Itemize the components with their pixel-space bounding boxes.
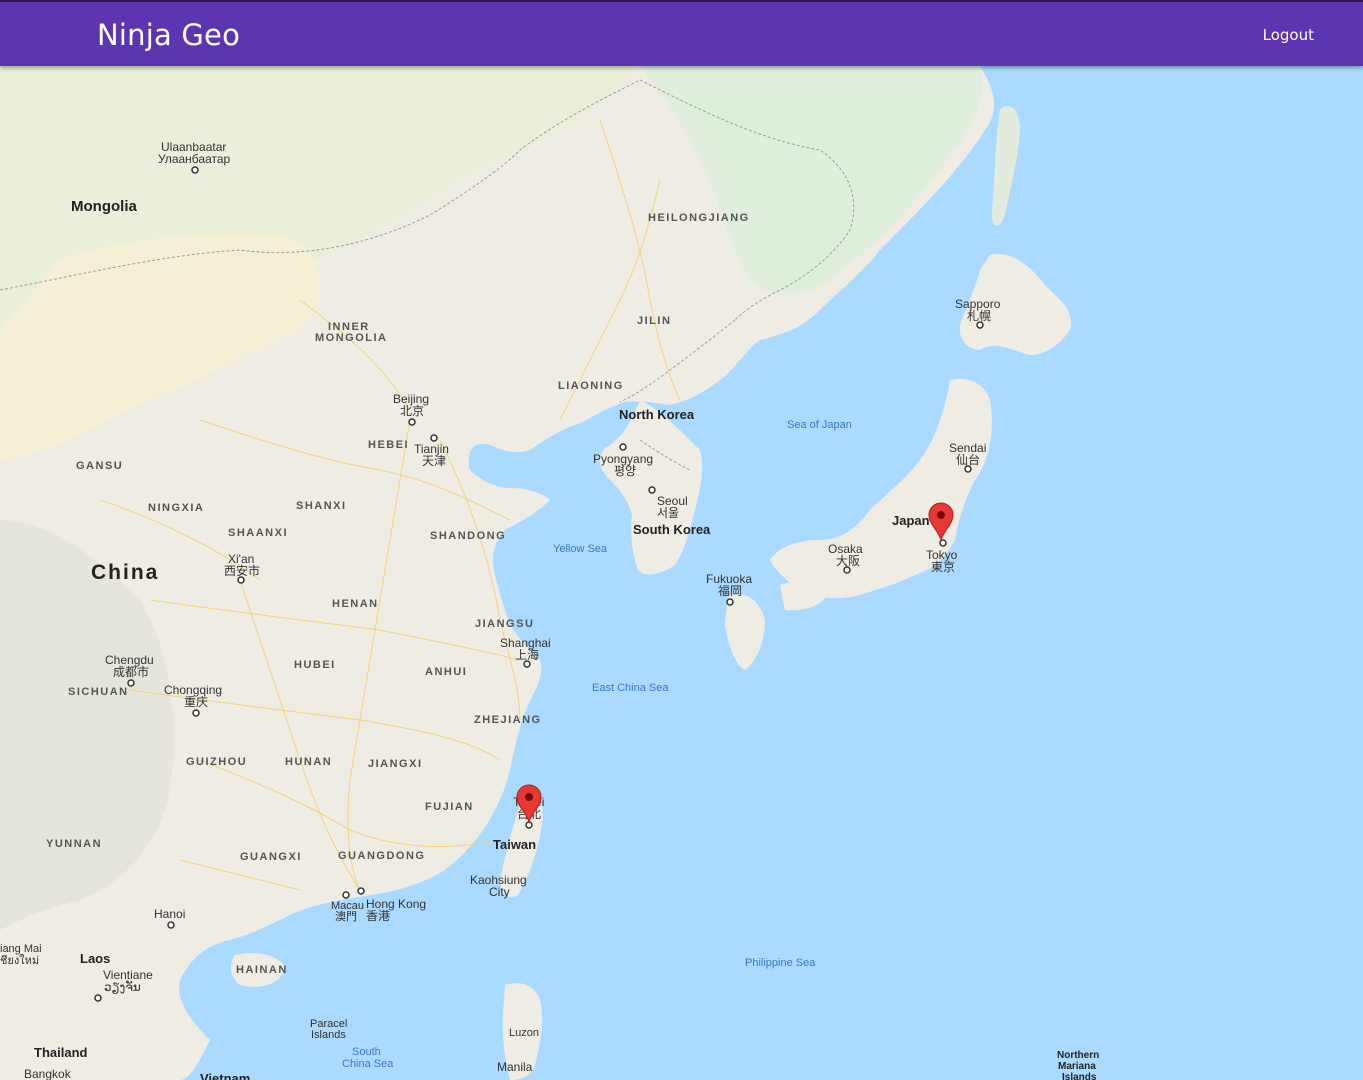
city-dot: [94, 994, 102, 1002]
city-macau-local: 澳門: [335, 910, 357, 923]
city-dot: [237, 576, 245, 584]
city-dot: [357, 887, 365, 895]
northern-mariana-1: Northern: [1057, 1050, 1099, 1061]
marker-dot-icon: [937, 511, 945, 519]
city-chiangmai-local: ชียงใหม่: [0, 954, 39, 967]
city-dot: [976, 321, 984, 329]
region-guangxi: GUANGXI: [240, 851, 302, 863]
city-dot: [342, 891, 350, 899]
country-north-korea: North Korea: [619, 407, 695, 422]
region-hebei: HEBEI: [368, 439, 409, 451]
country-china: China: [91, 561, 159, 584]
city-fukuoka-local: 福岡: [718, 583, 742, 598]
region-jiangxi: JIANGXI: [368, 758, 423, 770]
city-dot: [127, 679, 135, 687]
region-henan: HENAN: [332, 598, 379, 610]
city-hanoi: Hanoi: [154, 907, 185, 921]
city-hongkong-local: 香港: [366, 909, 390, 923]
region-anhui: ANHUI: [425, 666, 467, 678]
city-vientiane-local: ວຽງຈັນ: [104, 980, 141, 994]
region-mongolia: MONGOLIA: [315, 332, 388, 344]
city-dot: [964, 465, 972, 473]
region-hubei: HUBEI: [294, 659, 336, 671]
city-ulaanbaatar-local: Улаанбаатар: [158, 152, 231, 166]
region-ningxia: NINGXIA: [148, 502, 204, 514]
country-taiwan: Taiwan: [493, 837, 536, 852]
city-seoul-local: 서울: [657, 506, 679, 520]
city-chiangmai: iang Mai: [0, 943, 42, 955]
city-dot: [192, 709, 200, 717]
northern-mariana-2: Mariana: [1058, 1061, 1096, 1072]
city-osaka-local: 大阪: [836, 554, 860, 568]
country-mongolia: Mongolia: [71, 198, 137, 215]
city-dot: [191, 166, 199, 174]
city-dot: [430, 434, 438, 442]
city-bangkok: Bangkok: [24, 1067, 72, 1080]
city-chengdu-local: 成都市: [113, 664, 149, 679]
region-hainan: HAINAN: [236, 964, 288, 976]
city-luzon: Luzon: [509, 1027, 539, 1039]
region-jiangsu: JIANGSU: [475, 618, 534, 630]
city-tianjin-local: 天津: [422, 454, 446, 468]
map-view[interactable]: HEILONGJIANG JILIN LIAONING INNER MONGOL…: [0, 66, 1363, 1080]
city-pyongyang-local: 평양: [614, 464, 636, 478]
south-china-sea-1: South: [352, 1046, 381, 1058]
city-sendai-local: 仙台: [956, 452, 980, 467]
region-shanxi: SHANXI: [296, 500, 347, 512]
region-hunan: HUNAN: [285, 756, 332, 768]
country-south-korea: South Korea: [633, 522, 711, 537]
city-dot: [408, 418, 416, 426]
region-jilin: JILIN: [637, 315, 671, 327]
country-japan: Japan: [892, 513, 930, 528]
region-zhejiang: ZHEJIANG: [474, 714, 542, 726]
app-title[interactable]: Ninja Geo: [97, 18, 240, 52]
region-guangdong: GUANGDONG: [338, 850, 425, 862]
country-vietnam: Vietnam: [200, 1071, 250, 1080]
region-liaoning: LIAONING: [558, 380, 624, 392]
paracel-islands: Islands: [311, 1029, 346, 1041]
city-shanghai-local: 上海: [515, 647, 539, 662]
city-manila: Manila: [497, 1060, 533, 1074]
city-tokyo-local: 東京: [931, 560, 955, 574]
country-thailand: Thailand: [34, 1045, 88, 1060]
city-dot: [648, 486, 656, 494]
city-beijing-local: 北京: [400, 404, 424, 418]
yellow-sea: Yellow Sea: [553, 543, 608, 555]
country-laos: Laos: [80, 951, 110, 966]
city-sapporo-local: 札幌: [967, 308, 991, 323]
region-guizhou: GUIZHOU: [186, 756, 247, 768]
app-header: Ninja Geo Logout: [0, 0, 1363, 66]
city-dot: [167, 921, 175, 929]
region-gansu: GANSU: [76, 460, 123, 472]
region-shandong: SHANDONG: [430, 530, 506, 542]
sea-of-japan: Sea of Japan: [787, 419, 852, 431]
region-sichuan: SICHUAN: [68, 686, 129, 698]
city-dot: [726, 598, 734, 606]
philippine-sea: Philippine Sea: [745, 957, 816, 969]
city-xian-local: 西安市: [224, 563, 260, 578]
city-dot: [619, 443, 627, 451]
south-china-sea-2: China Sea: [342, 1058, 394, 1070]
region-fujian: FUJIAN: [425, 801, 474, 813]
northern-mariana-3: Islands: [1062, 1072, 1097, 1080]
city-dot: [523, 660, 531, 668]
map-canvas[interactable]: HEILONGJIANG JILIN LIAONING INNER MONGOL…: [0, 66, 1363, 1080]
east-china-sea: East China Sea: [592, 682, 669, 694]
region-yunnan: YUNNAN: [46, 838, 102, 850]
region-heilongjiang: HEILONGJIANG: [648, 212, 750, 224]
city-kaohsiung-city: City: [489, 885, 510, 899]
region-shaanxi: SHAANXI: [228, 527, 288, 539]
marker-dot-icon: [525, 793, 533, 801]
logout-button[interactable]: Logout: [1263, 26, 1314, 44]
city-chongqing-local: 重庆: [184, 695, 208, 709]
city-dot: [843, 566, 851, 574]
